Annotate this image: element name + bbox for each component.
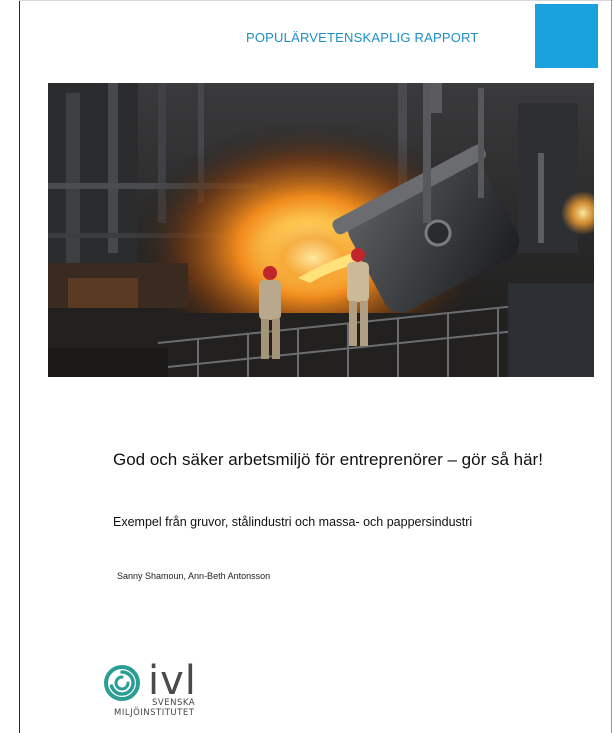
steel-foundry-photo: [48, 83, 594, 377]
report-type-label: POPULÄRVETENSKAPLIG RAPPORT: [246, 30, 479, 45]
page-edge-top: [19, 0, 613, 1]
report-cover: POPULÄRVETENSKAPLIG RAPPORT God och säke…: [0, 0, 613, 733]
ivl-logo: ivl SVENSKA MILJÖINSTITUTET: [102, 659, 222, 729]
report-subtitle: Exempel från gruvor, stålindustri och ma…: [113, 515, 473, 529]
ivl-spiral-logo-icon: [104, 665, 140, 701]
logo-line-2: MILJÖINSTITUTET: [114, 708, 195, 718]
logo-wordmark: ivl: [148, 658, 197, 704]
accent-square: [535, 4, 598, 68]
logo-line-1: SVENSKA: [152, 698, 196, 708]
report-title: God och säker arbetsmiljö för entreprenö…: [113, 450, 543, 469]
cover-photo: [48, 83, 594, 377]
page-edge-left: [19, 0, 20, 733]
report-authors: Sanny Shamoun, Ann-Beth Antonsson: [117, 571, 271, 581]
page-edge-right: [611, 0, 612, 733]
